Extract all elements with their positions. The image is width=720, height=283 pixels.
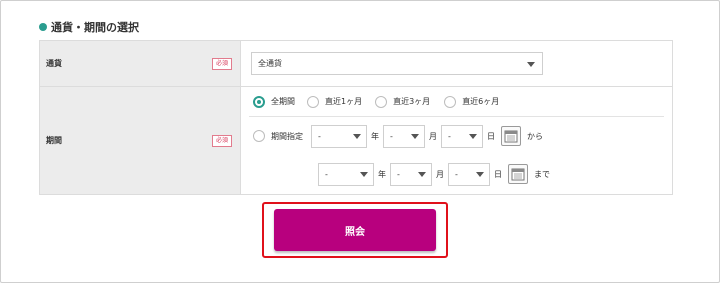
- month-unit: 月: [436, 169, 444, 179]
- currency-select[interactable]: 全通貨: [251, 52, 543, 75]
- radio-unselected-icon[interactable]: [375, 95, 388, 108]
- period-field-cell: 全期間 直近1ヶ月 直近3ヶ月 直近6ヶ月 期間指定 - 年 - 月 - 日 か…: [240, 86, 673, 195]
- chevron-down-icon: [476, 172, 484, 177]
- radio-label: 直近6ヶ月: [462, 97, 500, 106]
- period-label-cell: 期間 必須: [39, 86, 241, 195]
- chevron-down-icon: [527, 61, 535, 67]
- bullet-dot-icon: [39, 23, 47, 31]
- chevron-down-icon: [411, 134, 419, 139]
- period-row: 期間 必須 全期間 直近1ヶ月 直近3ヶ月 直近6ヶ月 期間指定 - 年 - 月…: [39, 86, 673, 195]
- calendar-icon[interactable]: [508, 164, 528, 184]
- panel-frame: 通貨・期間の選択 通貨 必須 全通貨 期間 必須 全期間 直近1ヶ月 直近3ヶ月…: [0, 0, 720, 283]
- chevron-down-icon: [360, 172, 368, 177]
- radio-custom-period[interactable]: 期間指定: [253, 130, 303, 142]
- radio-unselected-icon[interactable]: [253, 130, 265, 142]
- period-presets: 全期間 直近1ヶ月 直近3ヶ月 直近6ヶ月: [241, 87, 672, 116]
- select-value: -: [397, 169, 400, 179]
- to-year-select[interactable]: -: [318, 162, 374, 186]
- to-day-select[interactable]: -: [448, 162, 490, 186]
- inquiry-button-label: 照会: [345, 226, 365, 238]
- inquiry-button[interactable]: 照会: [274, 209, 436, 251]
- to-month-select[interactable]: -: [390, 162, 432, 186]
- radio-last-1-month[interactable]: 直近1ヶ月: [307, 95, 363, 108]
- required-badge: 必須: [211, 134, 232, 147]
- radio-last-3-months[interactable]: 直近3ヶ月: [375, 95, 431, 108]
- day-unit: 日: [487, 131, 495, 141]
- period-label: 期間: [46, 136, 62, 145]
- year-unit: 年: [371, 131, 379, 141]
- currency-label: 通貨: [46, 59, 62, 68]
- month-unit: 月: [429, 131, 437, 141]
- from-month-select[interactable]: -: [383, 124, 425, 148]
- section-title-text: 通貨・期間の選択: [51, 21, 139, 34]
- currency-field-cell: 全通貨: [240, 40, 673, 87]
- select-value: -: [455, 169, 458, 179]
- date-to-row: - 年 - 月 - 日 まで: [241, 155, 672, 193]
- date-from-row: 期間指定 - 年 - 月 - 日 から: [241, 117, 672, 155]
- radio-all-period[interactable]: 全期間: [253, 95, 295, 108]
- to-suffix: まで: [534, 169, 550, 179]
- currency-row: 通貨 必須 全通貨: [39, 40, 673, 87]
- radio-label: 直近1ヶ月: [325, 97, 363, 106]
- radio-label: 直近3ヶ月: [393, 97, 431, 106]
- day-unit: 日: [494, 169, 502, 179]
- radio-unselected-icon[interactable]: [444, 95, 457, 108]
- radio-label: 全期間: [271, 97, 295, 106]
- radio-label: 期間指定: [271, 131, 303, 141]
- required-badge: 必須: [211, 57, 232, 70]
- from-day-select[interactable]: -: [441, 124, 483, 148]
- select-value: -: [318, 131, 321, 141]
- section-title: 通貨・期間の選択: [39, 19, 139, 35]
- radio-selected-icon[interactable]: [253, 95, 265, 108]
- calendar-icon[interactable]: [501, 126, 521, 146]
- currency-label-cell: 通貨 必須: [39, 40, 241, 87]
- year-unit: 年: [378, 169, 386, 179]
- select-value: -: [448, 131, 451, 141]
- filter-form: 通貨 必須 全通貨 期間 必須 全期間 直近1ヶ月 直近3ヶ月 直近6ヶ月 期間…: [39, 40, 673, 195]
- radio-unselected-icon[interactable]: [307, 95, 319, 108]
- chevron-down-icon: [353, 134, 361, 139]
- currency-select-value: 全通貨: [258, 59, 282, 68]
- chevron-down-icon: [418, 172, 426, 177]
- from-suffix: から: [527, 131, 543, 141]
- from-year-select[interactable]: -: [311, 124, 367, 148]
- select-value: -: [390, 131, 393, 141]
- chevron-down-icon: [469, 134, 477, 139]
- radio-last-6-months[interactable]: 直近6ヶ月: [444, 95, 500, 108]
- select-value: -: [325, 169, 328, 179]
- submit-highlight: 照会: [262, 202, 448, 258]
